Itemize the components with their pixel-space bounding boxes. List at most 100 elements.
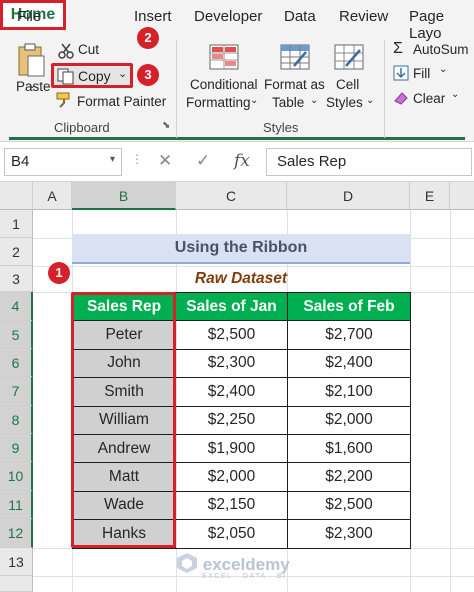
format-painter-label: Format Painter — [77, 94, 167, 109]
autosum-label: AutoSum — [413, 42, 469, 57]
header-sales-jan[interactable]: Sales of Jan — [175, 291, 288, 322]
row-header-14[interactable] — [0, 576, 33, 592]
format-as-table-icon — [280, 44, 310, 70]
cell-sales-feb[interactable]: $2,200 — [287, 462, 411, 492]
select-all-corner[interactable] — [0, 182, 33, 210]
enter-check-icon[interactable]: ✓ — [196, 151, 210, 171]
exceldemy-logo-icon — [177, 553, 197, 573]
chevron-down-icon: ⌄ — [310, 95, 319, 106]
chevron-down-icon: ⌄ — [439, 64, 448, 75]
column-header-c[interactable]: C — [176, 182, 287, 210]
callout-badge-1: 1 — [48, 262, 70, 284]
tab-file[interactable]: File — [17, 8, 41, 25]
cell-sales-feb[interactable]: $2,700 — [287, 320, 411, 350]
format-as-table-label-2: Table — [272, 95, 305, 110]
callout-badge-3: 3 — [137, 64, 159, 86]
row-header-7[interactable]: 7 — [0, 377, 33, 406]
conditional-formatting-label-1: Conditional — [190, 77, 258, 92]
name-box[interactable]: B4 ▾ — [4, 148, 122, 176]
row-header-8[interactable]: 8 — [0, 406, 33, 434]
cell-sales-jan[interactable]: $1,900 — [175, 433, 288, 464]
row-header-6[interactable]: 6 — [0, 349, 33, 377]
row-header-1[interactable]: 1 — [0, 210, 33, 238]
cell-sales-jan[interactable]: $2,500 — [175, 320, 288, 350]
scissors-icon — [58, 43, 74, 59]
column-header-b[interactable]: B — [72, 182, 176, 210]
header-sales-feb[interactable]: Sales of Feb — [287, 291, 411, 322]
cancel-icon[interactable]: ✕ — [158, 151, 172, 171]
cell-sales-jan[interactable]: $2,050 — [175, 519, 288, 549]
watermark-brand: exceldemy — [202, 555, 290, 574]
cut-label: Cut — [78, 42, 100, 57]
group-separator — [384, 40, 385, 138]
cell-sales-jan[interactable]: $2,300 — [175, 348, 288, 379]
tab-review[interactable]: Review — [339, 8, 388, 25]
cell-sales-feb[interactable]: $2,300 — [287, 519, 411, 549]
conditional-formatting-label-2: Formatting — [186, 95, 251, 110]
worksheet-grid[interactable]: A B C D E 1 2 3 4 5 6 7 8 9 10 11 12 13 … — [0, 182, 474, 592]
cell-sales-feb[interactable]: $2,100 — [287, 377, 411, 407]
sheet-subtitle[interactable]: Raw Dataset — [72, 266, 410, 292]
chevron-down-icon[interactable]: ⌄ — [118, 67, 127, 80]
sheet-title[interactable]: Using the Ribbon — [72, 234, 410, 264]
cut-button[interactable]: Cut — [58, 41, 118, 61]
cell-styles-button[interactable]: Cell Styles ⌄ — [326, 44, 375, 114]
cell-sales-jan[interactable]: $2,000 — [175, 462, 288, 492]
active-tab-indicator — [9, 137, 465, 140]
row-header-9[interactable]: 9 — [0, 434, 33, 462]
sigma-icon: Σ — [393, 40, 403, 57]
copy-icon — [57, 68, 74, 85]
format-as-table-button[interactable]: Format as Table ⌄ — [264, 44, 330, 114]
tab-page-layout[interactable]: Page Layo — [409, 8, 474, 42]
clipboard-group-label: Clipboard — [54, 120, 110, 135]
formula-input[interactable]: Sales Rep — [266, 148, 472, 176]
watermark-tagline: EXCEL · DATA · BI — [202, 573, 287, 580]
tab-insert[interactable]: Insert — [134, 8, 172, 25]
row-header-5[interactable]: 5 — [0, 321, 33, 349]
cell-sales-feb[interactable]: $2,000 — [287, 405, 411, 435]
clear-button[interactable]: Clear ⌄ — [393, 89, 474, 109]
conditional-formatting-button[interactable]: Conditional Formatting ⌄ — [184, 44, 264, 114]
column-header-d[interactable]: D — [287, 182, 410, 210]
format-as-table-label-1: Format as — [264, 77, 325, 92]
clear-label: Clear — [413, 91, 446, 106]
chevron-down-icon: ⌄ — [366, 95, 375, 106]
fill-label: Fill — [413, 66, 431, 81]
row-header-2[interactable]: 2 — [0, 238, 33, 266]
row-header-10[interactable]: 10 — [0, 462, 33, 491]
insert-function-icon[interactable]: fx — [234, 151, 250, 171]
paste-dropdown-arrow-icon[interactable]: ⌄ — [28, 80, 36, 91]
formula-bar: B4 ▾ ⋮ ✕ ✓ fx Sales Rep — [0, 142, 474, 182]
dialog-launcher-icon[interactable]: ⬊ — [162, 120, 170, 131]
copy-button[interactable]: Copy ⌄ — [51, 63, 133, 88]
callout-badge-2: 2 — [137, 27, 159, 49]
formula-content: Sales Rep — [277, 153, 347, 170]
fill-button[interactable]: Fill ⌄ — [393, 64, 474, 84]
row-header-11[interactable]: 11 — [0, 491, 33, 519]
chevron-down-icon[interactable]: ▾ — [110, 154, 115, 165]
cell-sales-jan[interactable]: $2,250 — [175, 405, 288, 435]
conditional-formatting-icon — [209, 44, 239, 70]
row-header-4[interactable]: 4 — [0, 292, 33, 321]
column-header-e[interactable]: E — [410, 182, 450, 210]
tab-developer[interactable]: Developer — [194, 8, 262, 25]
format-painter-button[interactable]: Format Painter — [56, 91, 166, 111]
ribbon: File Home Insert Developer Data Review P… — [0, 0, 474, 142]
column-header-a[interactable]: A — [33, 182, 72, 210]
more-options-icon[interactable]: ⋮ — [131, 152, 143, 166]
paintbrush-icon — [56, 92, 70, 108]
cell-sales-feb[interactable]: $2,500 — [287, 490, 411, 521]
tab-data[interactable]: Data — [284, 8, 316, 25]
column-header-f[interactable] — [450, 182, 474, 210]
cell-sales-feb[interactable]: $2,400 — [287, 348, 411, 379]
cell-styles-label-1: Cell — [336, 77, 360, 92]
row-header-13[interactable]: 13 — [0, 548, 33, 576]
cell-sales-jan[interactable]: $2,400 — [175, 377, 288, 407]
row-header-12[interactable]: 12 — [0, 519, 33, 548]
cell-sales-jan[interactable]: $2,150 — [175, 490, 288, 521]
watermark: exceldemy EXCEL · DATA · BI — [176, 552, 290, 580]
gridline — [450, 210, 451, 592]
row-header-3[interactable]: 3 — [0, 266, 33, 292]
cell-sales-feb[interactable]: $1,600 — [287, 433, 411, 464]
autosum-button[interactable]: Σ AutoSum — [393, 40, 474, 60]
